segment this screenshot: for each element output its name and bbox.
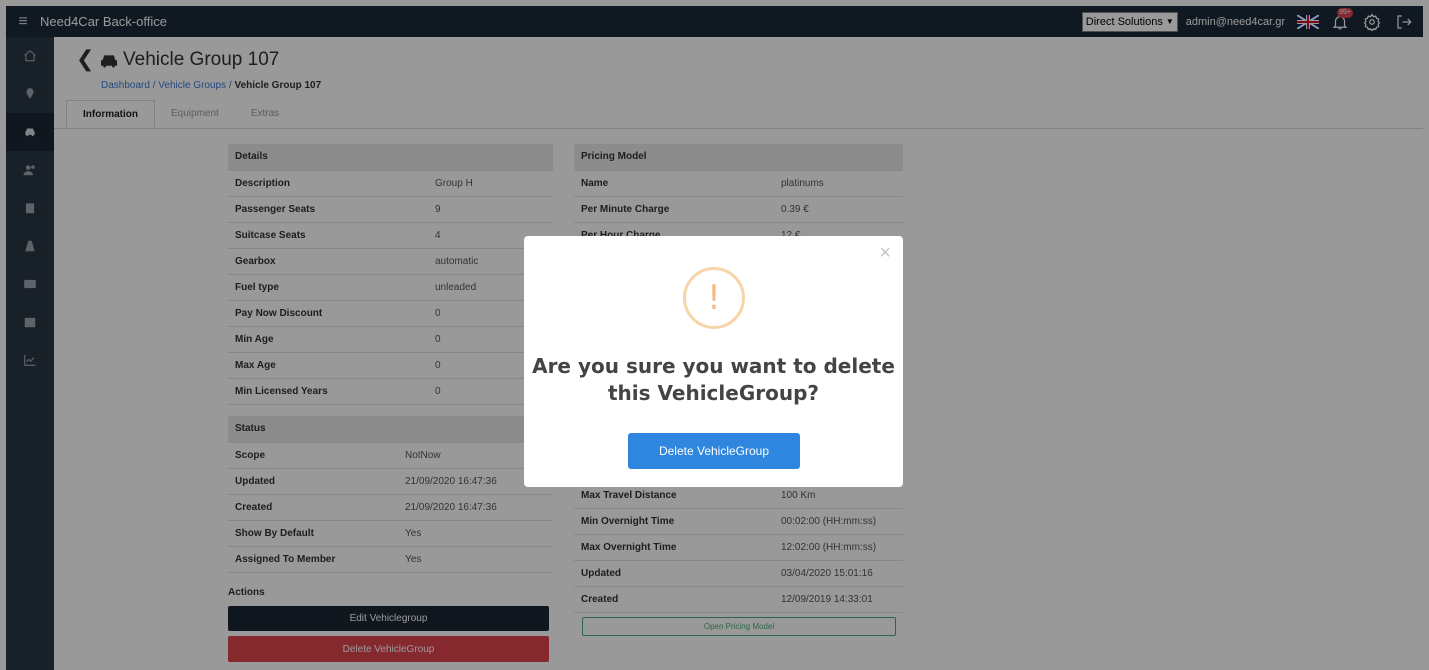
modal-title: Are you sure you want to delete this Veh… (532, 354, 895, 405)
warning-icon: ! (683, 267, 745, 329)
close-icon[interactable]: × (879, 242, 891, 265)
confirm-delete-modal: × ! Are you sure you want to delete this… (524, 236, 903, 487)
confirm-delete-button[interactable]: Delete VehicleGroup (628, 433, 800, 469)
